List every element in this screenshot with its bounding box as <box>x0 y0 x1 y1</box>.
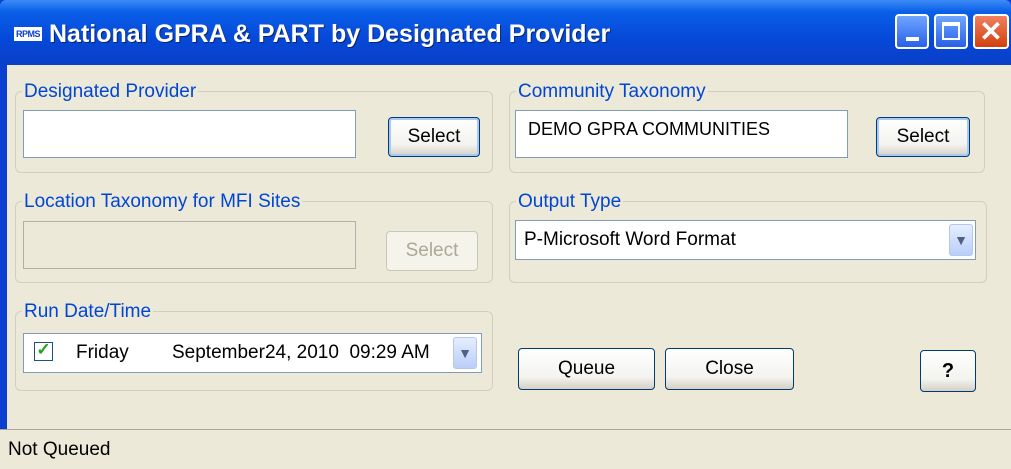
app-icon: RPMS <box>14 27 42 41</box>
run-datetime-picker[interactable]: ✓ Friday September24, 2010 09:29 AM ▼ <box>23 333 482 373</box>
run-datetime-legend: Run Date/Time <box>22 301 154 323</box>
output-type-dropdown-button[interactable]: ▼ <box>949 224 973 256</box>
run-datetime-group: Run Date/Time ✓ Friday September24, 2010… <box>15 301 493 391</box>
output-type-legend: Output Type <box>516 191 624 213</box>
location-taxonomy-legend: Location Taxonomy for MFI Sites <box>22 191 303 213</box>
queue-button[interactable]: Queue <box>518 348 655 390</box>
maximize-button[interactable] <box>934 14 968 49</box>
maximize-icon <box>942 22 960 40</box>
window-title: National GPRA & PART by Designated Provi… <box>49 20 611 48</box>
output-type-selected: P-Microsoft Word Format <box>524 229 736 250</box>
run-datetime-checkbox[interactable]: ✓ <box>34 340 53 361</box>
designated-provider-field[interactable] <box>23 110 356 158</box>
close-button[interactable]: Close <box>665 348 794 390</box>
community-taxonomy-legend: Community Taxonomy <box>516 81 708 103</box>
checkmark-icon: ✓ <box>36 340 51 359</box>
location-taxonomy-select-button: Select <box>386 231 478 271</box>
designated-provider-select-button[interactable]: Select <box>388 117 480 157</box>
status-bar: Not Queued <box>0 429 1011 469</box>
close-icon: ✕ <box>979 16 1003 47</box>
status-text: Not Queued <box>8 439 111 460</box>
chevron-down-icon: ▼ <box>458 345 472 361</box>
designated-provider-group: Designated Provider Select <box>15 81 493 173</box>
location-taxonomy-group: Location Taxonomy for MFI Sites Select <box>15 191 493 283</box>
help-button[interactable]: ? <box>920 350 976 392</box>
dialog-window: RPMS National GPRA & PART by Designated … <box>0 0 1011 469</box>
minimize-icon <box>906 37 919 41</box>
dialog-client-area: Designated Provider Select Community Tax… <box>7 65 1011 468</box>
chevron-down-icon: ▼ <box>954 232 968 248</box>
close-window-button[interactable]: ✕ <box>973 14 1009 49</box>
minimize-button[interactable] <box>895 14 929 49</box>
run-day: Friday <box>76 342 129 363</box>
run-datetime-dropdown-button[interactable]: ▼ <box>453 337 477 369</box>
run-date-time: September24, 2010 09:29 AM <box>172 342 430 363</box>
community-taxonomy-group: Community Taxonomy DEMO GPRA COMMUNITIES… <box>509 81 985 173</box>
output-type-group: Output Type P-Microsoft Word Format ▼ <box>509 191 987 283</box>
designated-provider-legend: Designated Provider <box>22 81 199 103</box>
community-taxonomy-field[interactable]: DEMO GPRA COMMUNITIES <box>515 110 848 158</box>
title-bar[interactable]: RPMS National GPRA & PART by Designated … <box>0 0 1011 65</box>
location-taxonomy-field <box>23 221 356 269</box>
community-taxonomy-select-button[interactable]: Select <box>876 117 970 157</box>
output-type-dropdown[interactable]: P-Microsoft Word Format ▼ <box>515 220 976 260</box>
